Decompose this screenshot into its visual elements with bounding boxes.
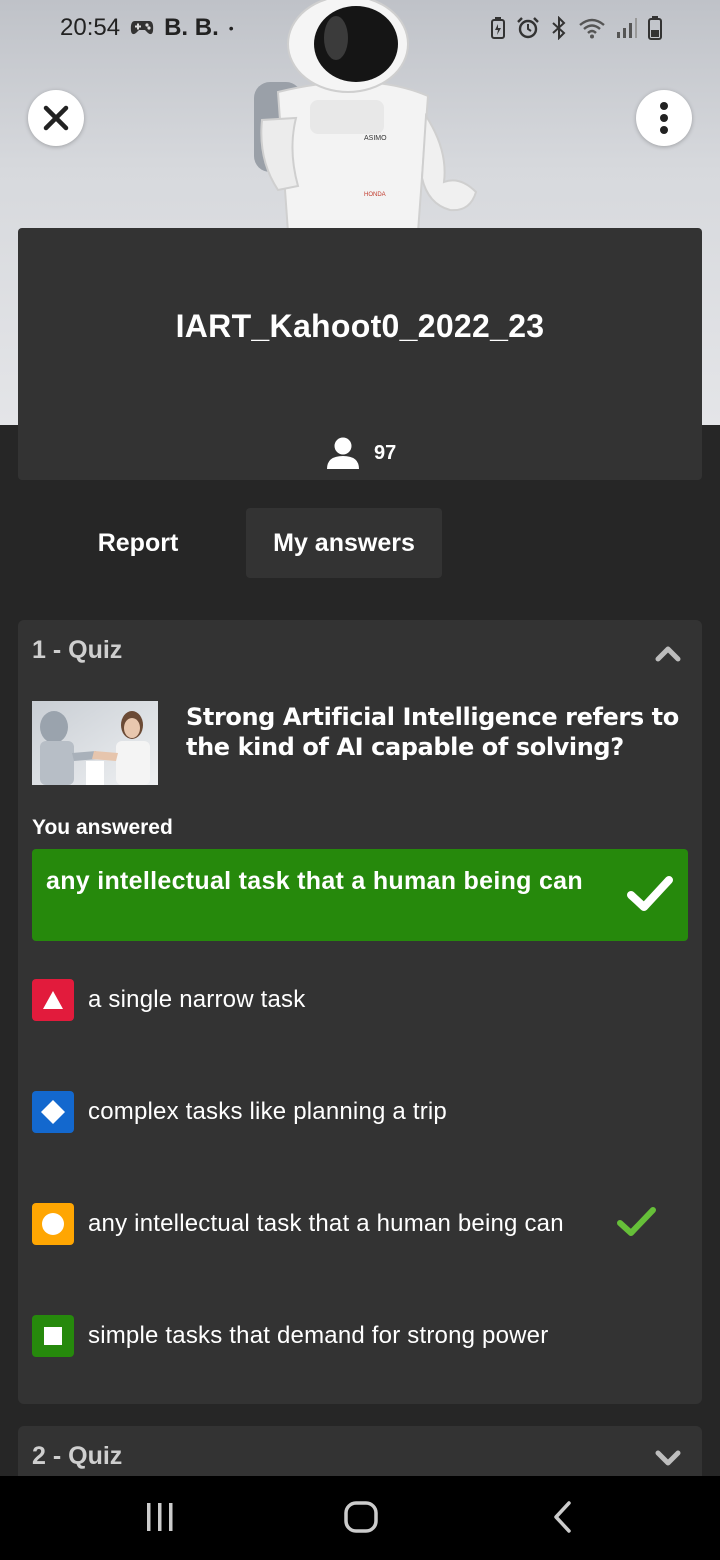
chevron-up-icon[interactable] <box>654 643 682 663</box>
gamepad-icon <box>130 21 154 35</box>
answer-option-green: simple tasks that demand for strong powe… <box>32 1315 548 1357</box>
alarm-icon <box>517 17 539 39</box>
status-time: 20:54 <box>60 14 121 41</box>
chevron-down-icon[interactable] <box>654 1448 682 1468</box>
more-vertical-icon <box>660 102 668 134</box>
answer-option-label: a single narrow task <box>88 986 306 1013</box>
status-carrier: B. B. <box>164 14 219 41</box>
triangle-icon <box>32 979 74 1021</box>
tab-report[interactable]: Report <box>68 508 208 578</box>
system-navigation-bar <box>0 1476 720 1560</box>
question-text: Strong Artificial Intelligence refers to… <box>186 703 679 761</box>
question-thumbnail <box>32 701 158 785</box>
your-answer-text: any intellectual task that a human being… <box>46 867 583 895</box>
battery-icon <box>648 16 662 40</box>
circle-icon <box>32 1203 74 1245</box>
you-answered-label: You answered <box>32 816 173 839</box>
tab-my-answers[interactable]: My answers <box>246 508 442 578</box>
players-count: 97 <box>374 441 397 464</box>
battery-saver-icon <box>491 17 505 39</box>
wifi-icon <box>579 18 605 39</box>
player-icon <box>327 437 359 469</box>
diamond-icon <box>32 1091 74 1133</box>
status-bar: 20:54 B. B. • <box>0 0 720 56</box>
close-icon <box>43 105 69 131</box>
close-button[interactable] <box>28 90 84 146</box>
players-count-row: 97 <box>326 436 396 470</box>
more-options-button[interactable] <box>636 90 692 146</box>
correct-answer-check-icon <box>617 1207 656 1236</box>
bluetooth-icon <box>552 16 566 40</box>
svg-text:ASIMO: ASIMO <box>364 135 387 142</box>
answer-option-label: simple tasks that demand for strong powe… <box>88 1322 549 1349</box>
status-dot: • <box>228 20 234 36</box>
recent-apps-icon[interactable] <box>144 1500 176 1534</box>
answer-option-label: any intellectual task that a human being… <box>88 1210 564 1237</box>
kahoot-title: IART_Kahoot0_2022_23 <box>175 308 545 344</box>
answer-option-red: a single narrow task <box>32 979 305 1021</box>
back-icon[interactable] <box>550 1500 576 1534</box>
robot-vs-human-image <box>32 701 158 785</box>
answer-option-label: complex tasks like planning a trip <box>88 1098 447 1125</box>
square-icon <box>32 1315 74 1357</box>
question-header: 1 - Quiz <box>32 636 123 664</box>
correct-check-icon <box>627 876 673 911</box>
answer-option-yellow: any intellectual task that a human being… <box>32 1203 564 1245</box>
svg-text:HONDA: HONDA <box>364 192 386 198</box>
signal-icon <box>617 18 637 38</box>
answer-option-blue: complex tasks like planning a trip <box>32 1091 447 1133</box>
question-header: 2 - Quiz <box>32 1442 123 1470</box>
home-icon[interactable] <box>343 1500 379 1534</box>
